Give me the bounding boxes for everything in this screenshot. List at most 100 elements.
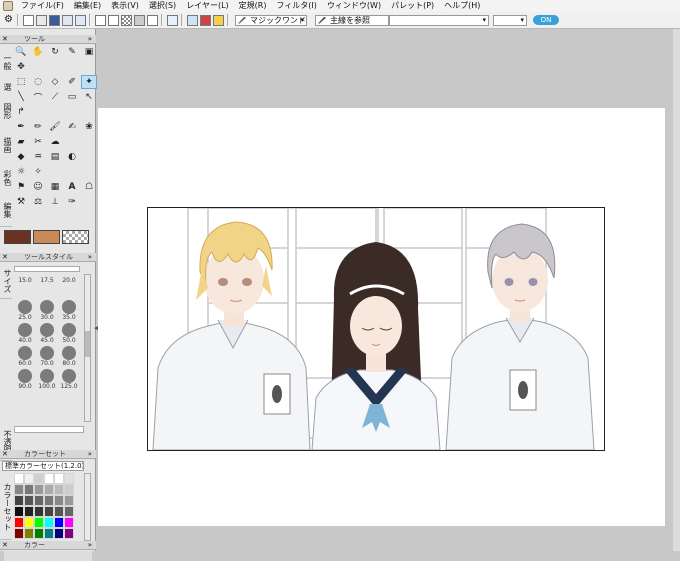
main-color-swatch[interactable] bbox=[4, 230, 31, 244]
tab-selection[interactable]: 選 bbox=[0, 79, 12, 95]
palette-swatch[interactable] bbox=[44, 506, 54, 517]
size-slider[interactable] bbox=[14, 266, 80, 272]
brush-size-option[interactable]: 25.0 bbox=[14, 300, 36, 323]
vector-tool-icon[interactable]: ↱ bbox=[14, 106, 28, 118]
palette-swatch[interactable] bbox=[64, 506, 74, 517]
tool-select[interactable]: マジックワンド ▾ bbox=[235, 14, 307, 26]
palette-swatch[interactable] bbox=[34, 495, 44, 506]
rectangle-tool-icon[interactable]: ▭ bbox=[65, 91, 79, 103]
collapse-icon[interactable]: » bbox=[88, 35, 92, 44]
collapse-icon[interactable]: » bbox=[88, 253, 92, 262]
palette-swatch[interactable] bbox=[64, 528, 74, 539]
brush-size-option[interactable]: 70.0 bbox=[36, 346, 58, 369]
brush-size-option[interactable]: 80.0 bbox=[58, 346, 80, 369]
zoom-tool-icon[interactable]: 🔍 bbox=[14, 46, 28, 58]
airbrush-tool-icon[interactable]: ✍ bbox=[65, 121, 79, 133]
brush-size-option[interactable]: 125.0 bbox=[58, 369, 80, 392]
palette-swatch[interactable] bbox=[54, 528, 64, 539]
menu-palette[interactable]: パレット(P) bbox=[386, 0, 439, 12]
size-scrollbar[interactable] bbox=[84, 274, 91, 422]
tone-tool-icon[interactable]: ◐ bbox=[65, 151, 79, 163]
save-icon[interactable] bbox=[49, 14, 60, 26]
layer-move-tool-icon[interactable]: ▣ bbox=[82, 46, 96, 58]
lasso-tool-icon[interactable]: ◌ bbox=[31, 76, 45, 88]
zoom-out-icon[interactable] bbox=[108, 14, 119, 26]
collapse-icon[interactable]: » bbox=[88, 450, 92, 459]
colorset-select[interactable]: 標準カラーセット(1.2.0) bbox=[2, 461, 84, 471]
tab-shape[interactable]: 図形 bbox=[0, 94, 12, 129]
brush-size-option[interactable]: 15.0 bbox=[14, 277, 36, 300]
fit-view-icon[interactable] bbox=[134, 14, 145, 26]
camera-icon[interactable] bbox=[147, 14, 158, 26]
reference-layer-select[interactable]: ▾ bbox=[389, 14, 489, 26]
close-icon[interactable]: ✕ bbox=[2, 541, 8, 550]
tab-colorset[interactable]: カラーセット bbox=[0, 475, 12, 540]
stamp-tool-icon[interactable]: ⚑ bbox=[14, 181, 28, 193]
palette-swatch[interactable] bbox=[54, 484, 64, 495]
close-icon[interactable]: ✕ bbox=[2, 35, 8, 44]
menu-select[interactable]: 選択(S) bbox=[144, 0, 181, 12]
palette-swatch[interactable] bbox=[64, 484, 74, 495]
blend-tool-icon[interactable]: ✧ bbox=[31, 166, 45, 178]
transparent-swatch[interactable] bbox=[62, 230, 89, 244]
balloon-tool-icon[interactable]: ☖ bbox=[82, 181, 96, 193]
frame-tool-icon[interactable]: ⚒ bbox=[14, 196, 28, 208]
menu-file[interactable]: ファイル(F) bbox=[16, 0, 69, 12]
palette-swatch[interactable] bbox=[64, 495, 74, 506]
menu-layer[interactable]: レイヤー(L) bbox=[181, 0, 233, 12]
palette-swatch[interactable] bbox=[24, 528, 34, 539]
undo-icon[interactable] bbox=[62, 14, 73, 26]
color-mode-icon[interactable] bbox=[200, 14, 211, 26]
rotate-tool-icon[interactable]: ↻ bbox=[48, 46, 62, 58]
menu-view[interactable]: 表示(V) bbox=[106, 0, 144, 12]
palette-swatch[interactable] bbox=[44, 495, 54, 506]
palette-swatch[interactable] bbox=[14, 484, 24, 495]
palette-scrollbar[interactable] bbox=[84, 473, 91, 541]
move-tool-icon[interactable]: ✥ bbox=[14, 61, 28, 73]
palette-swatch[interactable] bbox=[24, 495, 34, 506]
brush-tool-icon[interactable]: 🖌 bbox=[48, 121, 62, 133]
object-select-tool-icon[interactable]: ↖ bbox=[82, 91, 96, 103]
menu-help[interactable]: ヘルプ(H) bbox=[439, 0, 485, 12]
brush-size-option[interactable]: 35.0 bbox=[58, 300, 80, 323]
cleanup-tool-icon[interactable]: ☼ bbox=[14, 166, 28, 178]
palette-swatch[interactable] bbox=[34, 528, 44, 539]
palette-swatch[interactable] bbox=[44, 517, 54, 528]
palette-swatch[interactable] bbox=[54, 517, 64, 528]
palette-swatch[interactable] bbox=[24, 473, 34, 484]
menu-filter[interactable]: フィルタ(I) bbox=[271, 0, 321, 12]
brush-size-option[interactable]: 90.0 bbox=[14, 369, 36, 392]
tab-size[interactable]: サイズ bbox=[0, 264, 12, 299]
snap-icon[interactable] bbox=[213, 14, 224, 26]
smudge-tool-icon[interactable]: ☁ bbox=[48, 136, 62, 148]
menu-window[interactable]: ウィンドウ(W) bbox=[322, 0, 386, 12]
gear-icon[interactable]: ⚙ bbox=[4, 15, 14, 25]
image-tool-icon[interactable]: ▦ bbox=[48, 181, 62, 193]
tab-draw[interactable]: 描画 bbox=[0, 128, 12, 163]
palette-swatch[interactable] bbox=[14, 528, 24, 539]
palette-swatch[interactable] bbox=[44, 473, 54, 484]
palette-swatch[interactable] bbox=[54, 506, 64, 517]
redo-icon[interactable] bbox=[75, 14, 86, 26]
selection-pen-icon[interactable]: ✐ bbox=[65, 76, 79, 88]
palette-swatch[interactable] bbox=[34, 473, 44, 484]
bucket-tool-icon[interactable]: ♒ bbox=[31, 151, 45, 163]
ruler-tool-icon[interactable]: ⚖ bbox=[31, 196, 45, 208]
zoom-in-icon[interactable] bbox=[95, 14, 106, 26]
brush-size-option[interactable]: 45.0 bbox=[36, 323, 58, 346]
canvas-scrollbar[interactable] bbox=[673, 29, 680, 551]
polyline-tool-icon[interactable]: ⟋ bbox=[48, 91, 62, 103]
palette-swatch[interactable] bbox=[64, 473, 74, 484]
palette-swatch[interactable] bbox=[34, 506, 44, 517]
pencil-tool-icon[interactable]: ✏ bbox=[31, 121, 45, 133]
palette-swatch[interactable] bbox=[34, 517, 44, 528]
palette-swatch[interactable] bbox=[64, 517, 74, 528]
edit-tool-icon[interactable]: ✑ bbox=[65, 196, 79, 208]
tab-general[interactable]: 一般 bbox=[0, 45, 12, 80]
perspective-tool-icon[interactable]: ⟂ bbox=[48, 196, 62, 208]
palette-swatch[interactable] bbox=[24, 506, 34, 517]
new-canvas-icon[interactable] bbox=[23, 14, 34, 26]
hand-tool-icon[interactable]: ✋ bbox=[31, 46, 45, 58]
palette-swatch[interactable] bbox=[54, 473, 64, 484]
artwork-frame[interactable] bbox=[147, 207, 605, 451]
